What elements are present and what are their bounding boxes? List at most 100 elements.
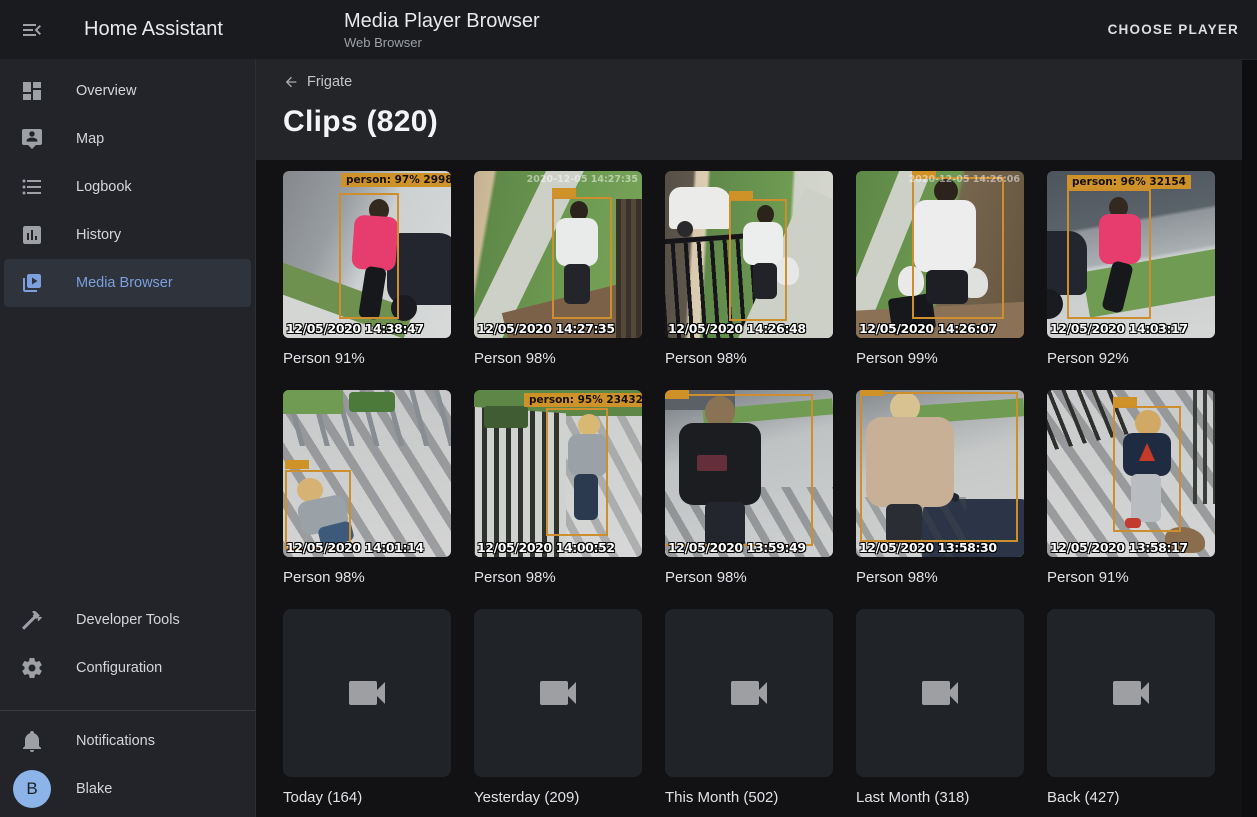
folder-thumbnail — [474, 609, 642, 777]
folder-caption: Last Month (318) — [856, 789, 1024, 806]
clip-thumbnail: 12/05/2020 13:58:30 — [856, 390, 1024, 557]
detection-label: person: 97% 29988 — [341, 173, 451, 187]
detection-bounding-box — [339, 193, 399, 319]
media-folder-card[interactable]: Yesterday (209) — [474, 609, 642, 806]
sidebar-item-history[interactable]: History — [4, 211, 251, 259]
scene-prop — [484, 406, 528, 428]
scene-prop — [349, 392, 395, 412]
clip-caption: Person 98% — [856, 569, 1024, 586]
sidebar-item-notifications[interactable]: Notifications — [4, 717, 251, 765]
scene-prop — [1193, 390, 1215, 504]
sidebar-item-developer-tools[interactable]: Developer Tools — [4, 596, 251, 644]
clip-caption: Person 92% — [1047, 350, 1215, 367]
detection-label — [860, 390, 884, 396]
folder-caption: Yesterday (209) — [474, 789, 642, 806]
clip-timestamp-overlay: 12/05/2020 14:03:17 — [1050, 321, 1188, 336]
media-clip-card[interactable]: 2020-12-05 14:27:35 12/05/2020 14:27:35 … — [474, 171, 642, 367]
detection-label — [665, 390, 689, 399]
media-clip-card[interactable]: 2020-12-05 14:26:06 12/05/2020 14:26:07 … — [856, 171, 1024, 367]
sidebar-item-logbook[interactable]: Logbook — [4, 163, 251, 211]
camera-osd-timestamp: 2020-12-05 14:27:35 — [527, 174, 638, 185]
media-folder-card[interactable]: Back (427) — [1047, 609, 1215, 806]
clip-thumbnail: 2020-12-05 14:27:35 12/05/2020 14:27:35 — [474, 171, 642, 338]
user-avatar: B — [13, 770, 51, 808]
gear-icon — [20, 656, 44, 680]
media-clip-card[interactable]: 12/05/2020 13:59:49 Person 98% — [665, 390, 833, 586]
clip-caption: Person 98% — [665, 569, 833, 586]
detection-bounding-box — [285, 470, 351, 550]
app-title: Home Assistant — [84, 18, 254, 41]
page-title: Clips (820) — [283, 105, 1242, 139]
folder-thumbnail — [856, 609, 1024, 777]
sidebar-toggle-button[interactable] — [10, 8, 54, 52]
folder-caption: This Month (502) — [665, 789, 833, 806]
scrollbar-track[interactable] — [1242, 60, 1257, 817]
view-dashboard-icon — [20, 79, 44, 103]
clip-caption: Person 98% — [474, 350, 642, 367]
media-folder-card[interactable]: Today (164) — [283, 609, 451, 806]
detection-bounding-box — [546, 408, 608, 536]
detection-bounding-box — [665, 394, 813, 546]
choose-player-button[interactable]: CHOOSE PLAYER — [1094, 12, 1253, 47]
clip-timestamp-overlay: 12/05/2020 14:38:47 — [286, 321, 424, 336]
top-app-bar: Home Assistant Media Player Browser Web … — [0, 0, 1257, 60]
detection-bounding-box — [729, 199, 787, 321]
detection-label — [552, 188, 576, 197]
clip-timestamp-overlay: 12/05/2020 13:58:17 — [1050, 540, 1188, 555]
scene-prop — [669, 187, 731, 229]
media-clip-card[interactable]: 12/05/2020 14:01:14 Person 98% — [283, 390, 451, 586]
detection-label — [285, 460, 309, 469]
detection-bounding-box — [912, 177, 1004, 319]
sidebar-item-map[interactable]: Map — [4, 115, 251, 163]
sidebar-item-configuration[interactable]: Configuration — [4, 644, 251, 692]
media-clip-card[interactable]: person: 96% 32154 12/05/2020 14:03:17 Pe… — [1047, 171, 1215, 367]
tooltip-account-icon — [20, 127, 44, 151]
clip-timestamp-overlay: 12/05/2020 14:01:14 — [286, 540, 424, 555]
scene-prop — [616, 199, 642, 338]
scene-prop — [283, 390, 343, 414]
arrow-left-icon — [283, 74, 299, 90]
clip-timestamp-overlay: 12/05/2020 13:59:49 — [668, 540, 806, 555]
folder-thumbnail — [283, 609, 451, 777]
detection-bounding-box — [1067, 189, 1151, 319]
clip-thumbnail: 12/05/2020 14:26:48 — [665, 171, 833, 338]
sidebar-item-media-browser[interactable]: Media Browser — [4, 259, 251, 307]
clip-thumbnail: person: 96% 32154 12/05/2020 14:03:17 — [1047, 171, 1215, 338]
menu-open-icon — [20, 18, 44, 42]
content-header: Frigate Clips (820) — [256, 60, 1242, 160]
folder-caption: Today (164) — [283, 789, 451, 806]
hammer-icon — [20, 608, 44, 632]
clip-timestamp-overlay: 12/05/2020 13:58:30 — [859, 540, 997, 555]
clip-timestamp-overlay: 12/05/2020 14:26:48 — [668, 321, 806, 336]
clip-caption: Person 91% — [1047, 569, 1215, 586]
clip-caption: Person 91% — [283, 350, 451, 367]
play-box-multiple-icon — [20, 271, 44, 295]
media-clip-card[interactable]: 12/05/2020 13:58:30 Person 98% — [856, 390, 1024, 586]
breadcrumb-back[interactable]: Frigate — [283, 74, 352, 90]
clip-caption: Person 98% — [283, 569, 451, 586]
clip-caption: Person 98% — [665, 350, 833, 367]
folder-thumbnail — [665, 609, 833, 777]
media-clip-card[interactable]: person: 97% 29988 12/05/2020 14:38:47 Pe… — [283, 171, 451, 367]
video-camera-icon — [916, 669, 964, 717]
media-clip-card[interactable]: person: 95% 23432 12/05/2020 14:00:52 Pe… — [474, 390, 642, 586]
media-folder-card[interactable]: Last Month (318) — [856, 609, 1024, 806]
media-browser-content: Frigate Clips (820) person: 97% 29988 12… — [256, 60, 1257, 817]
camera-osd-timestamp: 2020-12-05 14:26:06 — [909, 174, 1020, 185]
sidebar-item-overview[interactable]: Overview — [4, 67, 251, 115]
video-camera-icon — [725, 669, 773, 717]
detection-bounding-box — [552, 197, 612, 319]
clip-timestamp-overlay: 12/05/2020 14:27:35 — [477, 321, 615, 336]
media-clip-card[interactable]: 12/05/2020 14:26:48 Person 98% — [665, 171, 833, 367]
sidebar: Overview Map Logbook History Media Brows… — [0, 60, 256, 817]
video-camera-icon — [534, 669, 582, 717]
sidebar-item-profile[interactable]: B Blake — [4, 765, 251, 813]
video-camera-icon — [1107, 669, 1155, 717]
media-folder-card[interactable]: This Month (502) — [665, 609, 833, 806]
clip-thumbnail: 12/05/2020 14:01:14 — [283, 390, 451, 557]
media-clip-card[interactable]: 12/05/2020 13:58:17 Person 91% — [1047, 390, 1215, 586]
detection-label — [1113, 397, 1137, 406]
clip-timestamp-overlay: 12/05/2020 14:00:52 — [477, 540, 615, 555]
page-header-title: Media Player Browser — [344, 9, 540, 33]
clip-caption: Person 99% — [856, 350, 1024, 367]
